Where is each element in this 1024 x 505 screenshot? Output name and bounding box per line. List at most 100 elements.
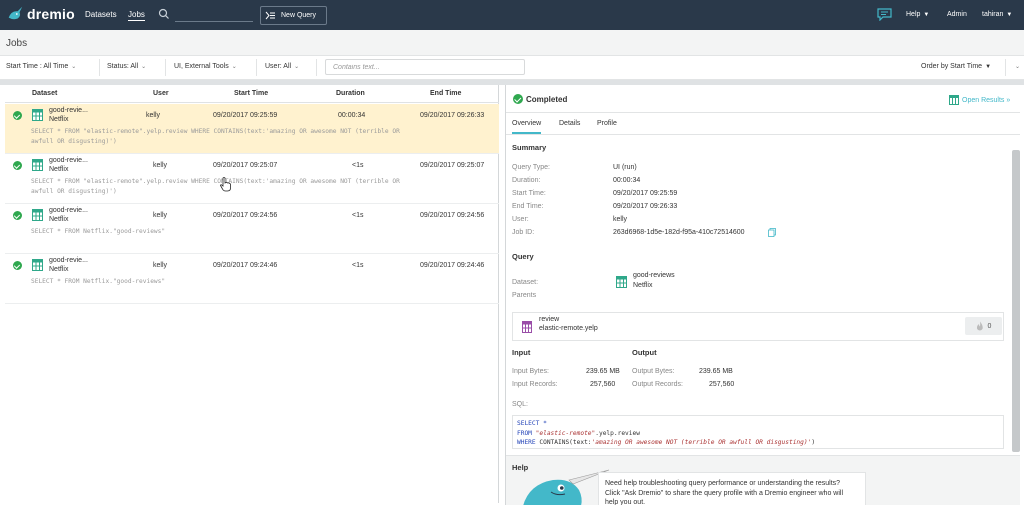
acceleration-badge[interactable]: 0	[965, 317, 1002, 335]
table-row[interactable]: good-revie... Netflix kelly 09/20/2017 0…	[5, 104, 499, 154]
table-header: Dataset User Start Time Duration End Tim…	[5, 85, 499, 103]
user-menu[interactable]: tahiran ▼	[982, 11, 1012, 18]
output-title: Output	[632, 348, 657, 357]
sql-identifier: "elastic-remote"	[535, 429, 596, 437]
job-end-time: 09/20/2017 09:24:56	[420, 212, 485, 219]
dremio-logo[interactable]: dremio	[6, 5, 75, 23]
tab-overview[interactable]: Overview	[512, 120, 542, 134]
dataset-label: Dataset:	[512, 279, 539, 286]
summary-title: Summary	[512, 143, 547, 152]
sql-keyword: FROM	[517, 429, 532, 437]
start-time-filter[interactable]: Start Time : All Time ⌄	[6, 63, 76, 70]
column-header-dataset[interactable]: Dataset	[32, 90, 57, 97]
dataset-space: Netflix	[49, 166, 69, 173]
sql-editor[interactable]: SELECT * FROM "elastic-remote".yelp.revi…	[512, 415, 1004, 449]
copy-icon[interactable]	[768, 228, 776, 237]
table-row[interactable]: good-revie... Netflix kelly 09/20/2017 0…	[5, 254, 499, 304]
user-filter[interactable]: User: All ⌄	[265, 63, 299, 70]
job-user: kelly	[153, 262, 168, 269]
job-duration: <1s	[352, 162, 364, 169]
job-sql-line: awfull OR disgusting)')	[31, 188, 117, 195]
nav-datasets[interactable]: Datasets	[85, 10, 117, 19]
job-user: kelly	[153, 212, 168, 219]
output-bytes-value: 239.65 MB	[699, 368, 733, 375]
order-by-dropdown[interactable]: Order by Start Time ▼	[921, 63, 991, 70]
job-detail-panel: Completed Open Results » Overview Detail…	[505, 85, 1020, 505]
dataset-name: good-revie...	[49, 257, 88, 264]
chat-icon[interactable]	[877, 8, 892, 21]
page-title: Jobs	[0, 30, 1024, 56]
search-icon[interactable]	[158, 8, 170, 20]
start-time-filter-label: Start Time : All Time	[6, 63, 69, 70]
status-filter[interactable]: Status: All ⌄	[107, 63, 146, 70]
search-field[interactable]	[175, 21, 253, 22]
dataset-icon	[949, 95, 959, 105]
job-end-time: 09/20/2017 09:25:07	[420, 162, 485, 169]
narwhal-logo-icon	[8, 6, 23, 20]
sql-line: SELECT *	[517, 419, 999, 429]
top-nav: dremio Datasets Jobs New Query Help ▼ Adm…	[0, 0, 1024, 30]
job-user: kelly	[146, 112, 161, 119]
job-sql-line: awfull OR disgusting)')	[31, 138, 117, 145]
parent-dataset-name: review	[539, 316, 560, 323]
query-type-value: UI (run)	[613, 164, 637, 171]
chevron-down-icon: ⌄	[294, 64, 300, 70]
status-filter-label: Status: All	[107, 63, 139, 70]
table-row[interactable]: good-revie... Netflix kelly 09/20/2017 0…	[5, 204, 499, 254]
tab-details[interactable]: Details	[559, 120, 580, 127]
new-query-button[interactable]: New Query	[260, 6, 327, 25]
help-menu[interactable]: Help ▼	[906, 11, 929, 18]
logo-text: dremio	[27, 6, 75, 22]
parent-dataset-card[interactable]: review elastic-remote.yelp 0	[512, 312, 1004, 341]
dataset-icon	[32, 209, 43, 221]
end-time-value: 09/20/2017 09:26:33	[613, 203, 678, 210]
sql-text: )	[811, 439, 816, 446]
more-options-icon[interactable]: ⌄	[1012, 63, 1020, 70]
query-dataset-name[interactable]: good-reviews	[633, 272, 675, 279]
flame-icon	[976, 321, 983, 331]
detail-scrollbar[interactable]	[1012, 150, 1020, 452]
duration-value: 00:00:34	[613, 177, 641, 184]
user-value: kelly	[613, 216, 628, 223]
status-completed-icon	[13, 261, 22, 270]
user-label: User:	[512, 216, 529, 223]
job-start-time: 09/20/2017 09:25:59	[213, 112, 278, 119]
hand-cursor-icon	[220, 177, 231, 192]
sql-label: SQL:	[512, 401, 528, 408]
job-detail-header: Completed Open Results »	[506, 85, 1020, 113]
job-end-time: 09/20/2017 09:24:46	[420, 262, 485, 269]
job-sql: SELECT * FROM Netflix."good-reviews"	[31, 277, 491, 287]
parents-label: Parents	[512, 292, 537, 299]
job-status: Completed	[526, 95, 568, 104]
column-header-user[interactable]: User	[153, 90, 169, 97]
query-type-filter-label: UI, External Tools	[174, 63, 229, 70]
status-completed-icon	[13, 111, 22, 120]
dataset-name: good-revie...	[49, 207, 88, 214]
caret-down-icon: ▼	[985, 64, 992, 70]
column-header-start-time[interactable]: Start Time	[234, 90, 268, 97]
job-sql-line: SELECT * FROM Netflix."good-reviews"	[31, 228, 166, 235]
contains-text-input[interactable]	[325, 59, 525, 75]
column-header-end-time[interactable]: End Time	[430, 90, 461, 97]
new-query-label: New Query	[281, 12, 317, 19]
end-time-label: End Time:	[512, 203, 544, 210]
sql-keyword: WHERE	[517, 439, 536, 446]
job-end-time: 09/20/2017 09:26:33	[420, 112, 485, 119]
query-type-filter[interactable]: UI, External Tools ⌄	[174, 63, 237, 70]
user-menu-label: tahiran	[982, 11, 1004, 18]
nav-jobs[interactable]: Jobs	[128, 10, 145, 21]
filter-bar: Start Time : All Time ⌄ Status: All ⌄ UI, …	[0, 56, 1024, 80]
open-results-link[interactable]: Open Results »	[949, 95, 1010, 105]
dataset-icon	[32, 259, 43, 271]
chevron-down-icon: ⌄	[231, 64, 237, 70]
admin-link[interactable]: Admin	[947, 11, 967, 18]
acceleration-count: 0	[987, 322, 992, 330]
help-section: Help Need help troubleshooting query per…	[506, 455, 1020, 505]
tab-profile[interactable]: Profile	[597, 120, 617, 127]
output-bytes-label: Output Bytes:	[632, 368, 675, 375]
column-header-duration[interactable]: Duration	[336, 90, 365, 97]
table-row[interactable]: good-revie... Netflix kelly 09/20/2017 0…	[5, 154, 499, 204]
order-by-label: Order by Start Time	[921, 63, 983, 70]
help-message: Need help troubleshooting query performa…	[598, 472, 866, 505]
divider	[316, 59, 317, 76]
